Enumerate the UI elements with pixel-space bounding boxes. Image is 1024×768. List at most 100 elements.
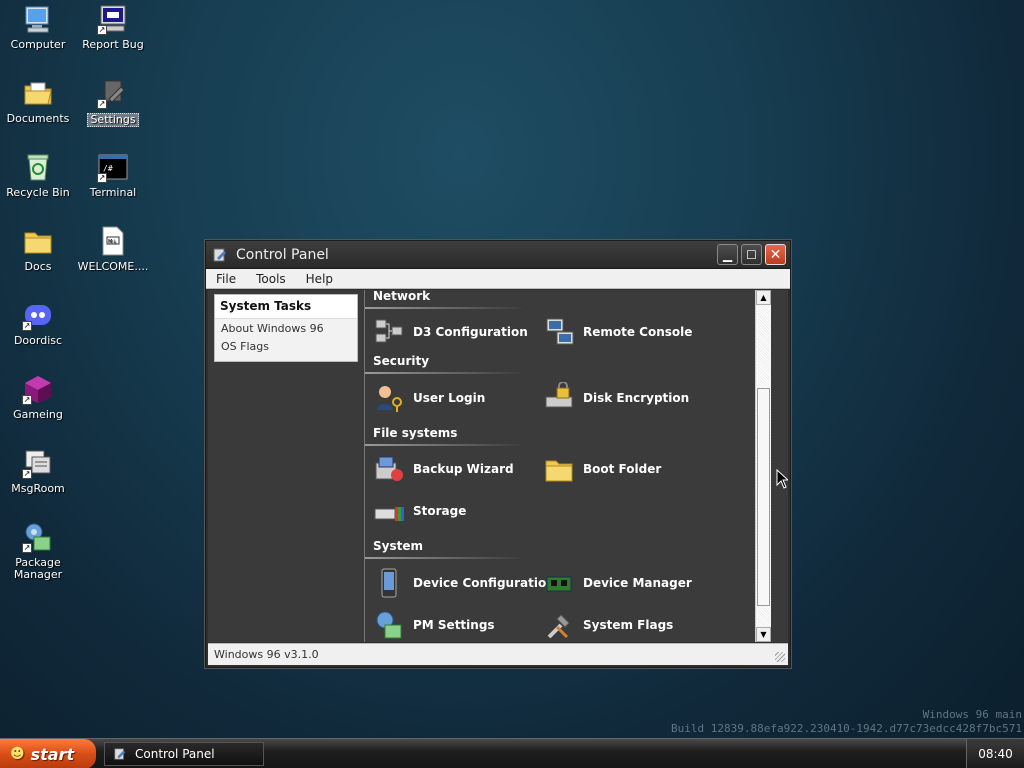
desktop-icon-label: Doordisc [13,334,63,347]
status-text: Windows 96 v3.1.0 [214,648,319,661]
item-storage[interactable]: Storage [373,495,466,527]
shortcut-arrow-icon: ↗ [97,25,107,35]
section-divider [365,372,525,374]
start-button[interactable]: ☻ start [0,739,96,768]
network-config-icon [373,316,405,348]
desktop-icon-computer[interactable]: Computer [0,3,76,51]
section-divider [365,307,525,309]
desktop-icon-settings[interactable]: ↗ Settings [75,77,151,127]
report-bug-icon: ↗ [97,3,129,35]
desktop-icon-recycle-bin[interactable]: Recycle Bin [0,151,76,199]
shortcut-arrow-icon: ↗ [97,99,107,109]
desktop-icon-label: Gameing [13,408,63,421]
item-label: User Login [413,391,486,405]
watermark-line-1: Windows 96 main [922,708,1022,721]
status-bar: Windows 96 v3.1.0 [208,643,788,665]
disk-encryption-icon [543,382,575,414]
item-pm-settings[interactable]: PM Settings [373,609,495,641]
item-label: D3 Configuration [413,325,528,339]
system-tasks-panel: System Tasks About Windows 96 OS Flags [214,294,358,362]
taskbar-item-label: Control Panel [135,747,215,761]
taskbar: ☻ start Control Panel 08:40 [0,738,1024,768]
item-backup-wizard[interactable]: Backup Wizard [373,453,514,485]
window-title: Control Panel [236,246,329,263]
menu-tools[interactable]: Tools [256,272,286,286]
device-config-icon [373,567,405,599]
system-flags-icon [543,609,575,641]
desktop-icon-report-bug[interactable]: ↗ Report Bug [75,3,151,51]
storage-icon [373,495,405,527]
doordisc-icon: ↗ [22,299,54,331]
item-label: Device Configuration [413,576,555,590]
shortcut-arrow-icon: ↗ [22,543,32,553]
scroll-down-button[interactable]: ▼ [756,627,771,642]
desktop-icon-welcome[interactable]: M↓ WELCOME.... [75,225,151,273]
user-login-icon [373,382,405,414]
section-title-system: System [373,539,423,553]
item-boot-folder[interactable]: Boot Folder [543,453,661,485]
item-disk-encryption[interactable]: Disk Encryption [543,382,689,414]
minimize-button[interactable]: ▁ [717,244,738,265]
item-remote-console[interactable]: Remote Console [543,316,692,348]
desktop-icon-package-manager[interactable]: ↗ Package Manager [0,521,76,581]
maximize-icon: ☐ [746,247,757,262]
backup-wizard-icon [373,453,405,485]
window-titlebar[interactable]: Control Panel ▁ ☐ ✕ [206,241,790,269]
item-d3-configuration[interactable]: D3 Configuration [373,316,528,348]
gameing-icon: ↗ [22,373,54,405]
control-panel-window[interactable]: Control Panel ▁ ☐ ✕ File Tools Help Syst… [205,240,791,668]
shortcut-arrow-icon: ↗ [22,395,32,405]
desktop-icon-label: Terminal [89,186,137,199]
item-label: Disk Encryption [583,391,690,405]
desktop-icon-gameing[interactable]: ↗ Gameing [0,373,76,421]
item-device-configuration[interactable]: Device Configuration [373,567,555,599]
item-device-manager[interactable]: Device Manager [543,567,692,599]
desktop-icon-label: Report Bug [82,38,144,51]
window-client-area: System Tasks About Windows 96 OS Flags N… [208,290,788,642]
pm-settings-icon [373,609,405,641]
item-label: Backup Wizard [413,462,514,476]
item-label: System Flags [583,618,674,632]
desktop-icon-msgroom[interactable]: ↗ MsgRoom [0,447,76,495]
desktop-icon-label: Recycle Bin [6,186,70,199]
desktop-icon-doordisc[interactable]: ↗ Doordisc [0,299,76,347]
vertical-scrollbar[interactable]: ▲ ▼ [755,290,771,642]
item-label: PM Settings [413,618,495,632]
control-panel-icon [213,248,226,261]
scroll-up-button[interactable]: ▲ [756,290,771,305]
start-label: start [30,744,75,764]
start-icon: ☻ [10,746,25,762]
section-divider [365,444,525,446]
desktop-icon-terminal[interactable]: /# ↗ Terminal [75,151,151,199]
svg-text:M↓: M↓ [108,239,117,245]
taskbar-item-control-panel[interactable]: Control Panel [104,742,264,766]
svg-text:/#: /# [103,164,113,173]
item-system-flags[interactable]: System Flags [543,609,673,641]
mouse-cursor-icon [776,469,788,489]
device-manager-icon [543,567,575,599]
menu-help[interactable]: Help [306,272,333,286]
desktop-icon-label: Settings [87,113,139,127]
menu-file[interactable]: File [216,272,236,286]
task-link-os-flags[interactable]: OS Flags [215,337,357,355]
computer-icon [22,3,54,35]
arrow-up-icon: ▲ [760,293,767,302]
close-button[interactable]: ✕ [765,244,786,265]
documents-folder-icon [22,77,54,109]
desktop-icon-label: Computer [10,38,66,51]
desktop-icon-docs[interactable]: Docs [0,225,76,273]
item-label: Boot Folder [583,462,662,476]
scroll-thumb[interactable] [757,388,770,606]
system-clock[interactable]: 08:40 [966,739,1024,768]
item-label: Device Manager [583,576,692,590]
desktop-icon-label: Documents [6,112,70,125]
maximize-button[interactable]: ☐ [741,244,762,265]
resize-grip-icon[interactable] [775,652,785,662]
watermark-line-2: Build 12839.88efa922.230410-1942.d77c73e… [671,722,1022,735]
desktop-icon-documents[interactable]: Documents [0,77,76,125]
desktop-icon-label: WELCOME.... [77,260,149,273]
desktop-icon-label: MsgRoom [11,482,65,495]
item-user-login[interactable]: User Login [373,382,485,414]
markdown-file-icon: M↓ [97,225,129,257]
task-link-about[interactable]: About Windows 96 [215,319,357,337]
